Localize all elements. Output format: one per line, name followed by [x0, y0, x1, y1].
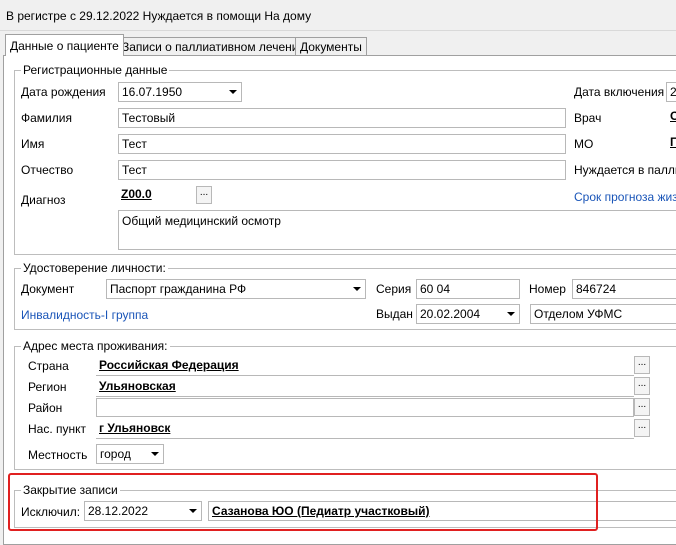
- chevron-down-icon[interactable]: [348, 280, 365, 298]
- window-title: В регистре с 29.12.2022 Нуждается в помо…: [6, 9, 312, 23]
- highlight-box: [8, 473, 598, 531]
- tab-documents[interactable]: Документы: [295, 37, 367, 55]
- locality-field[interactable]: г Ульяновск: [96, 419, 634, 439]
- mo-value[interactable]: Г: [670, 135, 676, 149]
- chevron-down-icon[interactable]: [224, 83, 241, 101]
- birth-date-field[interactable]: 16.07.1950: [118, 82, 242, 102]
- document-label: Документ: [21, 282, 75, 296]
- country-label: Страна: [28, 359, 69, 373]
- prognosis-link[interactable]: Срок прогноза жизн: [574, 190, 676, 204]
- disability-link[interactable]: Инвалидность-I группа: [21, 308, 148, 322]
- region-browse-button[interactable]: ...: [634, 377, 650, 395]
- mo-label: МО: [574, 137, 594, 151]
- locality-browse-button[interactable]: ...: [634, 419, 650, 437]
- registration-group-label: Регистрационные данные: [21, 63, 170, 77]
- country-field[interactable]: Российская Федерация: [96, 356, 634, 376]
- name-label: Имя: [21, 137, 45, 151]
- include-date-label: Дата включения: [574, 85, 665, 99]
- tab-palliative-records[interactable]: Записи о паллиативном лечении: [117, 37, 311, 55]
- identity-group-label: Удостоверение личности:: [21, 261, 168, 275]
- document-type-value: Паспорт гражданина РФ: [110, 282, 247, 296]
- document-type-select[interactable]: Паспорт гражданина РФ: [106, 279, 366, 299]
- series-label: Серия: [376, 282, 412, 296]
- chevron-down-icon[interactable]: [146, 445, 163, 463]
- tab-patient-data[interactable]: Данные о пациенте: [5, 34, 124, 56]
- doctor-label: Врач: [574, 111, 602, 125]
- series-field[interactable]: 60 04: [416, 279, 520, 299]
- patronymic-label: Отчество: [21, 163, 74, 177]
- surname-field[interactable]: Тестовый: [118, 108, 566, 128]
- issued-by-field[interactable]: Отделом УФМС: [530, 304, 676, 324]
- diagnosis-code[interactable]: Z00.0: [121, 187, 152, 201]
- surname-label: Фамилия: [21, 111, 72, 125]
- address-group-label: Адрес места проживания:: [21, 339, 170, 353]
- region-label: Регион: [28, 380, 67, 394]
- region-field[interactable]: Ульяновская: [96, 377, 634, 397]
- name-field[interactable]: Тест: [118, 134, 566, 154]
- doctor-value[interactable]: С: [670, 109, 676, 123]
- issued-date-value: 20.02.2004: [420, 307, 481, 321]
- district-browse-button[interactable]: ...: [634, 398, 650, 416]
- patronymic-field[interactable]: Тест: [118, 160, 566, 180]
- needs-label: Нуждается в паллиа: [574, 163, 676, 177]
- birth-date-value: 16.07.1950: [122, 85, 183, 99]
- issued-date-field[interactable]: 20.02.2004: [416, 304, 520, 324]
- area-type-label: Местность: [28, 448, 88, 462]
- include-date-field[interactable]: 2: [666, 82, 676, 102]
- diagnosis-browse-button[interactable]: ...: [196, 186, 212, 204]
- diagnosis-text-field[interactable]: Общий медицинский осмотр: [118, 210, 676, 250]
- issued-label: Выдан: [376, 307, 413, 321]
- area-type-value: город: [100, 447, 131, 461]
- area-type-select[interactable]: город: [96, 444, 164, 464]
- birth-date-label: Дата рождения: [21, 85, 106, 99]
- chevron-down-icon[interactable]: [502, 305, 519, 323]
- number-label: Номер: [529, 282, 566, 296]
- diagnosis-label: Диагноз: [21, 193, 66, 207]
- district-field[interactable]: [96, 398, 634, 417]
- title-divider: [0, 30, 676, 31]
- district-label: Район: [28, 401, 63, 415]
- number-field[interactable]: 846724: [572, 279, 676, 299]
- locality-label: Нас. пункт: [28, 422, 87, 436]
- country-browse-button[interactable]: ...: [634, 356, 650, 374]
